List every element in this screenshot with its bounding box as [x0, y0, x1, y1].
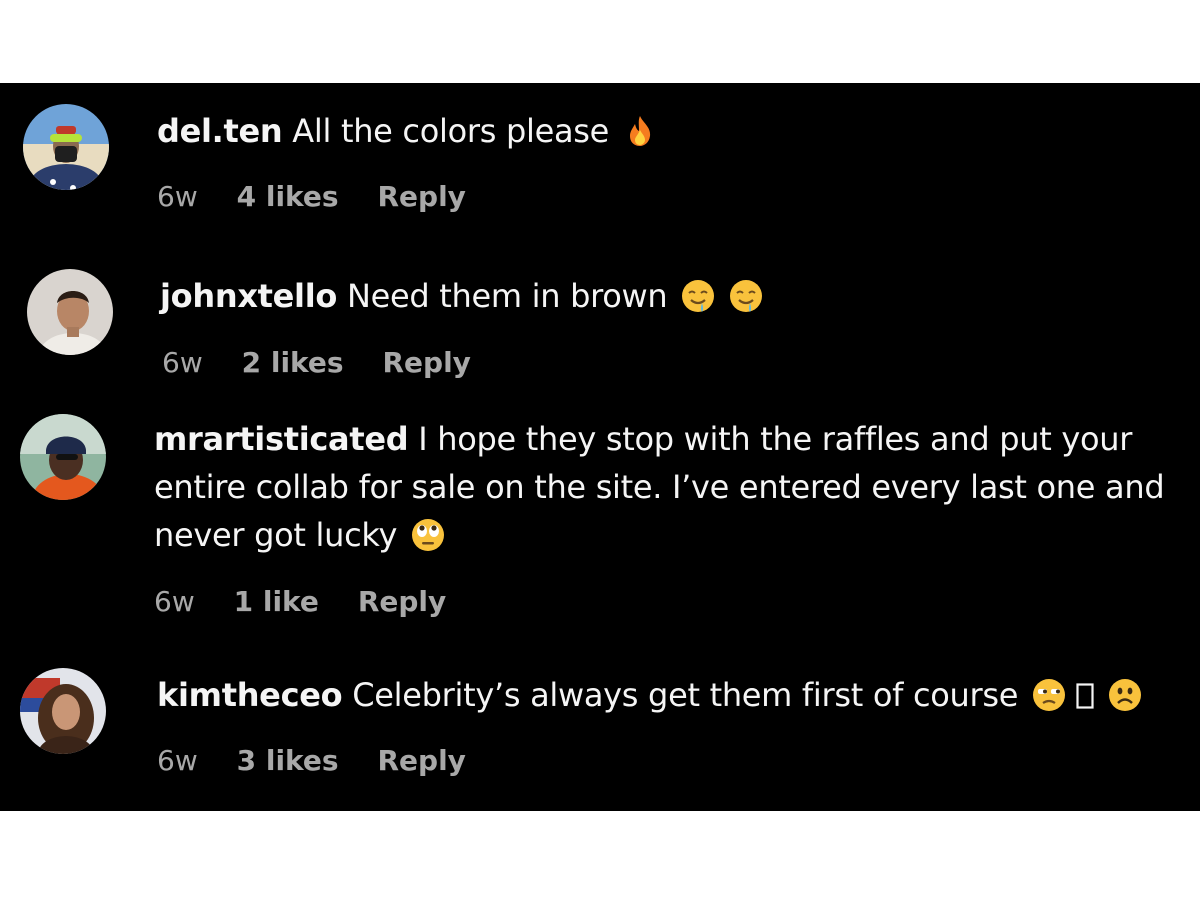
comment-username[interactable]: del.ten — [157, 112, 283, 150]
avatar[interactable] — [20, 668, 106, 754]
frowning-face-icon — [1108, 678, 1142, 712]
comment-time: 6w — [162, 346, 203, 379]
comment-time: 6w — [154, 585, 195, 618]
comment-username[interactable]: johnxtello — [160, 277, 337, 315]
missing-glyph-icon — [1076, 683, 1094, 709]
avatar[interactable] — [23, 104, 109, 190]
drooling-face-icon — [681, 279, 715, 313]
likes-count[interactable]: 3 likes — [237, 744, 339, 777]
reply-button[interactable]: Reply — [358, 585, 446, 618]
comment-body: All the colors please — [292, 112, 610, 150]
comment-text: del.ten All the colors please — [157, 107, 657, 155]
comment-username[interactable]: mrartisticated — [154, 420, 409, 458]
comment-meta: 6w 2 likes Reply — [162, 345, 501, 381]
likes-count[interactable]: 1 like — [234, 585, 319, 618]
reply-button[interactable]: Reply — [377, 180, 465, 213]
comment-meta: 6w 3 likes Reply — [157, 743, 496, 779]
comment-username[interactable]: kimtheceo — [157, 676, 343, 714]
comment-text: johnxtello Need them in brown — [160, 272, 763, 320]
rolling-eyes-icon — [411, 518, 445, 552]
comments-panel: del.ten All the colors please 6w 4 likes… — [0, 83, 1200, 811]
unamused-face-icon — [1032, 678, 1066, 712]
comment-text: mrartisticated I hope they stop with the… — [154, 415, 1194, 559]
comment-time: 6w — [157, 744, 198, 777]
comment-time: 6w — [157, 180, 198, 213]
comment-meta: 6w 4 likes Reply — [157, 179, 496, 215]
fire-icon — [623, 114, 657, 148]
comment-meta: 6w 1 like Reply — [154, 584, 476, 620]
avatar[interactable] — [27, 269, 113, 355]
reply-button[interactable]: Reply — [382, 346, 470, 379]
comment-text: kimtheceo Celebrity’s always get them fi… — [157, 671, 1142, 719]
likes-count[interactable]: 2 likes — [242, 346, 344, 379]
avatar[interactable] — [20, 414, 106, 500]
drooling-face-icon — [729, 279, 763, 313]
comment-body: Celebrity’s always get them first of cou… — [352, 676, 1019, 714]
likes-count[interactable]: 4 likes — [237, 180, 339, 213]
comment-body: Need them in brown — [346, 277, 668, 315]
reply-button[interactable]: Reply — [377, 744, 465, 777]
